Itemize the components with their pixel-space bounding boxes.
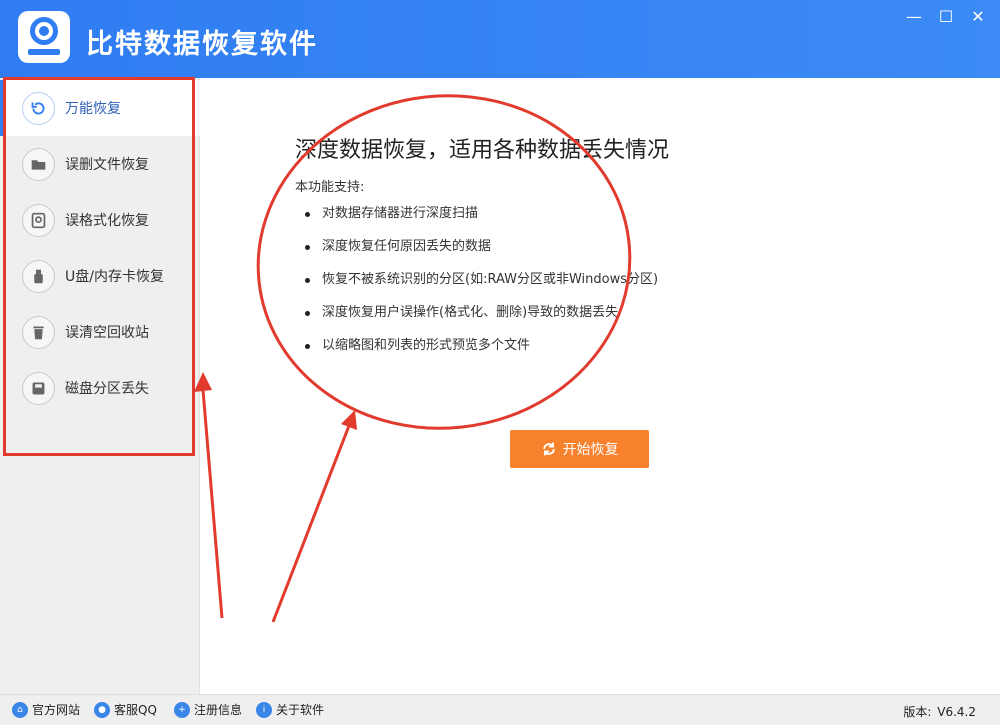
window-controls: — ☐ ✕	[900, 4, 992, 28]
sidebar-item-label: 误删文件恢复	[65, 157, 149, 173]
about-link[interactable]: i 关于软件	[256, 701, 324, 718]
registration-link[interactable]: + 注册信息	[174, 701, 242, 718]
features-heading: 本功能支持:	[295, 180, 365, 195]
sidebar-item-label: 磁盘分区丢失	[65, 381, 149, 397]
refresh-icon	[542, 442, 555, 456]
main-panel: 深度数据恢复，适用各种数据丢失情况 本功能支持: 对数据存储器进行深度扫描 深度…	[201, 78, 1000, 694]
app-title: 比特数据恢复软件	[86, 29, 318, 60]
list-item: 深度恢复用户误操作(格式化、删除)导致的数据丢失	[305, 305, 658, 338]
sidebar-item-label: U盘/内存卡恢复	[65, 269, 164, 285]
list-item: 对数据存储器进行深度扫描	[305, 206, 658, 239]
sidebar-item-recycle-bin[interactable]: 误清空回收站	[0, 304, 200, 360]
bullet-icon	[305, 245, 310, 250]
start-recovery-button[interactable]: 开始恢复	[510, 430, 649, 468]
sidebar-item-label: 万能恢复	[65, 101, 121, 117]
title-bar: 比特数据恢复软件 — ☐ ✕	[0, 0, 1000, 78]
feature-list: 对数据存储器进行深度扫描 深度恢复任何原因丢失的数据 恢复不被系统识别的分区(如…	[305, 206, 658, 371]
format-disk-icon	[22, 203, 55, 237]
version-label: 版本:	[903, 705, 932, 719]
bullet-icon	[305, 311, 310, 316]
sidebar-item-deleted-files[interactable]: 误删文件恢复	[0, 136, 200, 192]
version-info: 版本: V6.4.2	[903, 703, 976, 720]
sidebar-item-usb-recovery[interactable]: U盘/内存卡恢复	[0, 248, 200, 304]
official-site-link[interactable]: ⌂ 官方网站	[12, 701, 80, 718]
usb-drive-icon	[22, 259, 55, 293]
status-bar: ⌂ 官方网站 ● 客服QQ + 注册信息 i 关于软件 版本: V6.4.2	[0, 694, 1000, 725]
trash-icon	[22, 315, 55, 349]
minimize-button[interactable]: —	[900, 4, 928, 28]
page-title: 深度数据恢复，适用各种数据丢失情况	[295, 138, 670, 163]
info-icon: i	[256, 701, 272, 718]
home-icon: ⌂	[12, 701, 28, 718]
sidebar-item-label: 误格式化恢复	[65, 213, 149, 229]
support-qq-link[interactable]: ● 客服QQ	[94, 701, 157, 718]
sidebar-item-universal-recovery[interactable]: 万能恢复	[0, 80, 200, 136]
bullet-icon	[305, 212, 310, 217]
maximize-button[interactable]: ☐	[932, 4, 960, 28]
list-item: 以缩略图和列表的形式预览多个文件	[305, 338, 658, 371]
sidebar: 万能恢复 误删文件恢复 误格式化恢复 U盘/内存卡恢复 误清空回收站 磁盘分区丢…	[0, 78, 200, 694]
version-number: V6.4.2	[937, 705, 976, 719]
folder-icon	[22, 147, 55, 181]
bullet-icon	[305, 344, 310, 349]
sidebar-item-partition-lost[interactable]: 磁盘分区丢失	[0, 360, 200, 416]
bullet-icon	[305, 278, 310, 283]
undo-icon	[22, 91, 55, 125]
sidebar-item-label: 误清空回收站	[65, 325, 149, 341]
sidebar-item-format-recovery[interactable]: 误格式化恢复	[0, 192, 200, 248]
list-item: 恢复不被系统识别的分区(如:RAW分区或非Windows分区)	[305, 272, 658, 305]
user-plus-icon: +	[174, 701, 190, 718]
start-recovery-label: 开始恢复	[562, 442, 619, 458]
app-logo	[18, 11, 70, 63]
disk-partition-icon	[22, 371, 55, 405]
close-button[interactable]: ✕	[964, 4, 992, 28]
qq-icon: ●	[94, 701, 110, 718]
list-item: 深度恢复任何原因丢失的数据	[305, 239, 658, 272]
